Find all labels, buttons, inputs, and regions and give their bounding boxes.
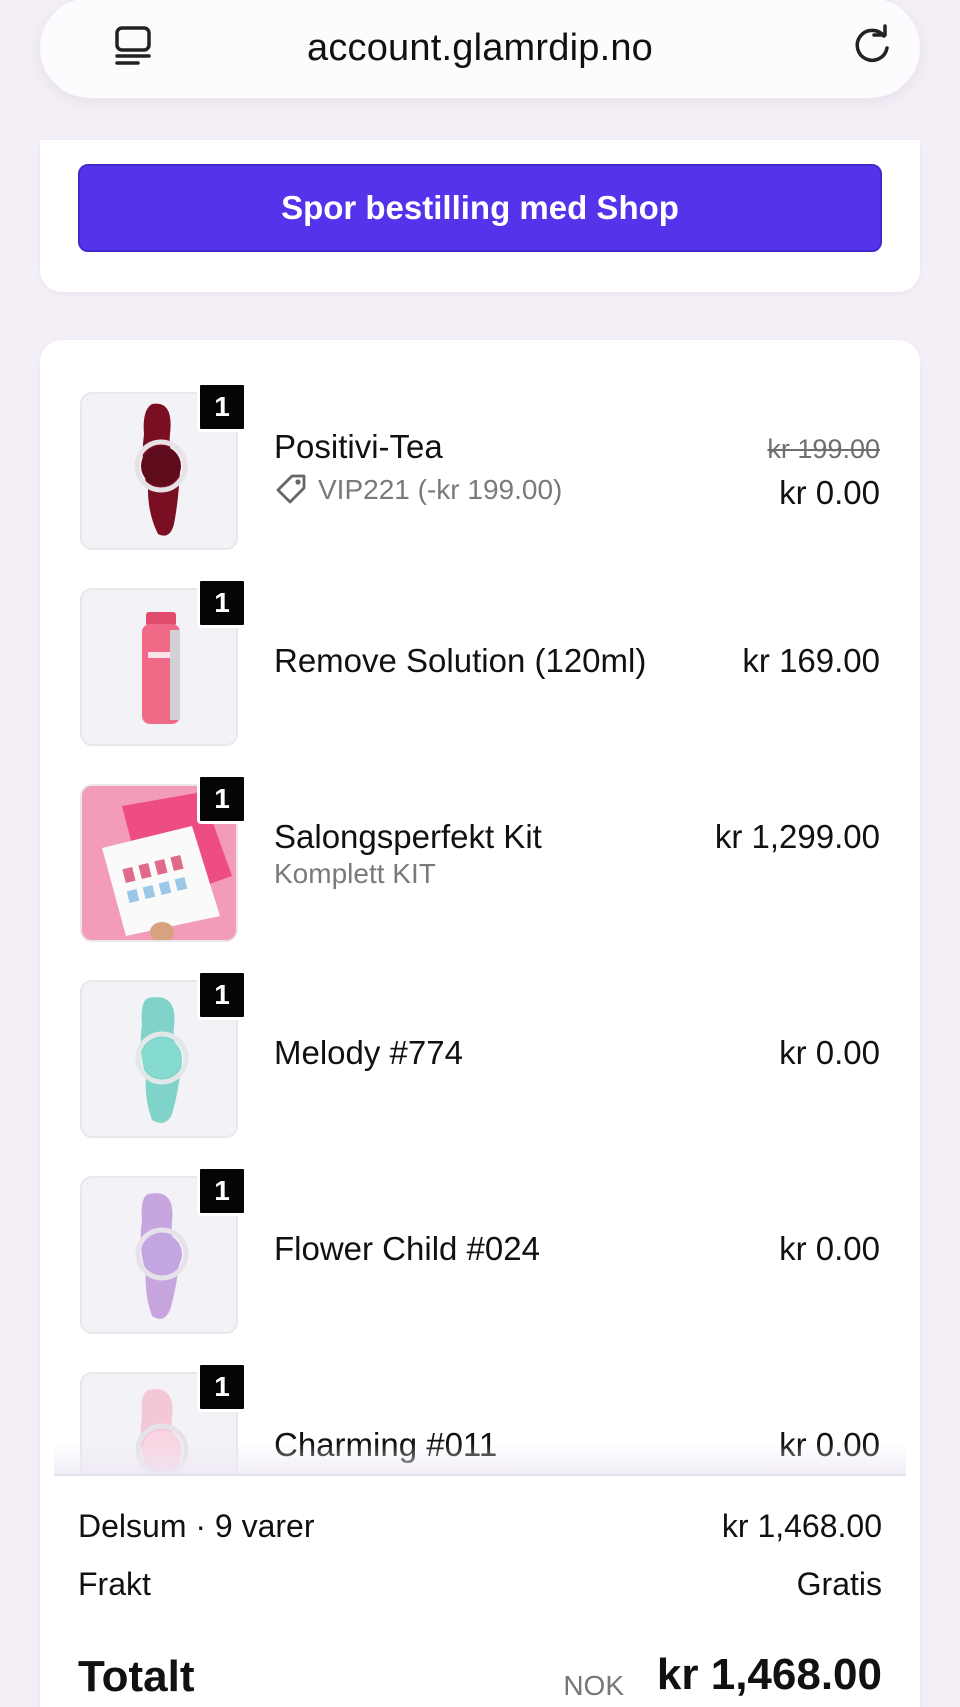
divider — [54, 1474, 906, 1476]
total-value: kr 1,468.00 — [656, 1650, 882, 1699]
item-name: Flower Child #024 — [274, 1230, 540, 1267]
quantity-badge: 1 — [197, 774, 247, 824]
line-item: 1 Remove Solution (120ml) kr 169.00 — [40, 536, 920, 746]
total-label: Totalt — [78, 1652, 195, 1701]
item-name: Remove Solution (120ml) — [274, 642, 647, 679]
line-item: 1 Melody #774 kr 0.00 — [40, 928, 920, 1138]
item-name: Salongsperfekt Kit — [274, 818, 542, 855]
quantity-badge: 1 — [197, 382, 247, 432]
original-price: kr 199.00 — [767, 434, 880, 464]
line-item: 1 Positivi-Tea VIP221 (-kr 199.00) kr 19… — [40, 340, 920, 550]
scroll-fade — [54, 1444, 906, 1474]
order-summary-card: 1 Positivi-Tea VIP221 (-kr 199.00) kr 19… — [40, 340, 920, 1707]
track-order-card: Spor bestilling med Shop — [40, 140, 920, 292]
track-order-shop-button[interactable]: Spor bestilling med Shop — [78, 164, 882, 252]
total-currency: NOK — [563, 1670, 624, 1701]
item-price: kr 1,299.00 — [714, 818, 880, 855]
subtotal-value: kr 1,468.00 — [721, 1508, 882, 1544]
discount-code: VIP221 (-kr 199.00) — [318, 474, 563, 505]
item-price: kr 0.00 — [779, 474, 880, 511]
item-price: kr 0.00 — [779, 1230, 880, 1267]
line-item: 1 Salongsperfekt Kit Komplett KIT kr 1,2… — [40, 732, 920, 942]
item-price: kr 0.00 — [779, 1034, 880, 1071]
reload-icon[interactable] — [850, 22, 894, 68]
item-name: Positivi-Tea — [274, 428, 443, 465]
quantity-badge: 1 — [197, 578, 247, 628]
quantity-badge: 1 — [197, 970, 247, 1020]
item-variant: Komplett KIT — [274, 858, 436, 889]
line-item: 1 Flower Child #024 kr 0.00 — [40, 1124, 920, 1334]
quantity-badge: 1 — [197, 1166, 247, 1216]
discount-tag-icon — [276, 474, 306, 504]
item-price: kr 169.00 — [742, 642, 880, 679]
shipping-value: Gratis — [796, 1566, 882, 1602]
subtotal-label: Delsum · 9 varer — [78, 1508, 315, 1544]
item-name: Melody #774 — [274, 1034, 463, 1071]
tab-overview-icon[interactable] — [114, 22, 154, 68]
line-items-list[interactable]: 1 Positivi-Tea VIP221 (-kr 199.00) kr 19… — [40, 340, 920, 1476]
url-text[interactable]: account.glamrdip.no — [307, 27, 653, 70]
address-bar[interactable]: account.glamrdip.no — [40, 0, 920, 98]
quantity-badge: 1 — [197, 1362, 247, 1412]
shipping-label: Frakt — [78, 1566, 151, 1602]
